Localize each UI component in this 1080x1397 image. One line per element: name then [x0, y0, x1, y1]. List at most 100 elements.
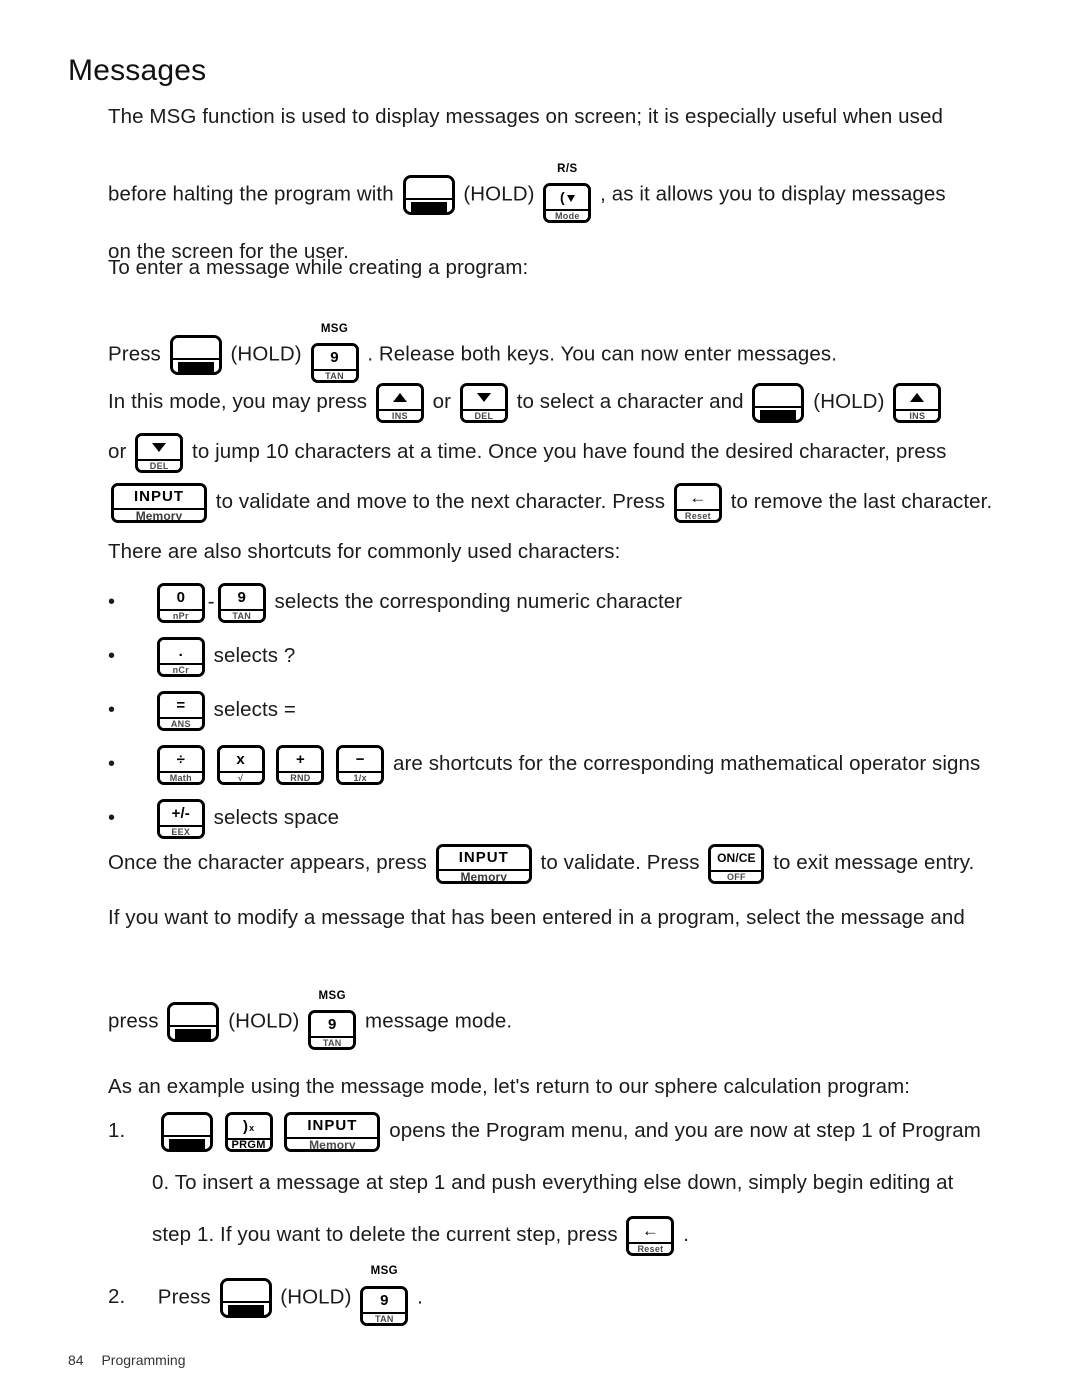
press2-after-text: message mode.: [365, 1009, 513, 1033]
shift-key-top: [163, 1114, 210, 1135]
minus-inv-key-band: 1/x: [339, 770, 382, 782]
input-memory-key-top: INPUT: [438, 846, 529, 869]
on-ce-off-key[interactable]: ON/CE OFF: [708, 843, 765, 884]
mode-text-or: or: [432, 390, 452, 413]
intro-line-2-text-b: , as it allows you to display messages: [600, 182, 946, 206]
bullet-dot-icon: •: [108, 591, 116, 613]
intro-paragraph: The MSG function is used to display mess…: [108, 92, 960, 142]
shift-key-top: [172, 338, 219, 358]
backspace-reset-key[interactable]: ← Reset: [626, 1215, 675, 1256]
shift-key-band: [222, 1301, 269, 1315]
bullet-operators-text: are shortcuts for the corresponding math…: [392, 752, 981, 775]
up-ins-key[interactable]: INS: [375, 382, 424, 423]
mode-line-2: or DEL to jump 10 characters at a time. …: [108, 427, 960, 477]
minus-inv-key[interactable]: − 1/x: [336, 744, 385, 785]
step-1-line-3-text-a: step 1. If you want to delete the curren…: [152, 1223, 618, 1246]
arrow-left-icon: ←: [689, 487, 707, 507]
press-after-text: . Release both keys. You can now enter m…: [367, 342, 838, 366]
validate-text-b: to remove the last character.: [730, 490, 993, 513]
plus-rnd-key-band: RND: [279, 770, 322, 782]
bullet-equals-text: selects =: [213, 698, 296, 721]
bullet-dot-icon: •: [108, 807, 116, 829]
msg-key-wrap[interactable]: MSG 9 TAN: [308, 990, 357, 1054]
document-page: Messages The MSG function is used to dis…: [0, 0, 1080, 1397]
bullet-dot-icon: •: [108, 699, 116, 721]
bullet-space-text: selects space: [213, 806, 340, 829]
rs-mode-key[interactable]: ( Mode: [543, 182, 592, 223]
footer-page-number: 84: [68, 1352, 84, 1368]
plusminus-eex-key[interactable]: +/- EEX: [156, 798, 205, 839]
once-text-a: Once the character appears, press: [108, 851, 427, 874]
down-del-key[interactable]: DEL: [459, 382, 508, 423]
intro-line-1: The MSG function is used to display mess…: [108, 105, 944, 128]
jump-text-or: or: [108, 440, 127, 463]
to-enter-line: To enter a message while creating a prog…: [108, 256, 529, 279]
plus-rnd-key-top: +: [279, 747, 322, 771]
mode-paragraph: In this mode, you may press INS or DEL t…: [108, 377, 992, 577]
press-label: Press: [108, 342, 161, 366]
up-ins-key-top: [896, 385, 939, 409]
hold-text-5: (HOLD): [280, 1285, 352, 1309]
once-character-paragraph: Once the character appears, press INPUT …: [108, 838, 974, 888]
minus-inv-key-top: −: [339, 747, 382, 771]
shift-key[interactable]: [169, 335, 222, 375]
msg-key-wrap[interactable]: MSG 9 TAN: [360, 1265, 409, 1331]
msg-9-tan-key[interactable]: 9 TAN: [308, 1009, 357, 1050]
dot-ncr-key[interactable]: . nCr: [156, 636, 205, 677]
msg-9-tan-key-top: 9: [313, 345, 356, 369]
backspace-reset-key[interactable]: ← Reset: [673, 482, 722, 523]
arrow-down-icon: [152, 442, 167, 452]
equals-ans-key-band: ANS: [159, 716, 202, 728]
msg-label: MSG: [370, 1265, 399, 1277]
up-ins-key-band: INS: [378, 408, 421, 420]
msg-9-tan-key-top: 9: [363, 1288, 406, 1312]
zero-npr-key-top: 0: [159, 585, 202, 609]
divide-math-key-top: ÷: [159, 747, 202, 771]
bullet-equals: • = ANS selects =: [108, 683, 960, 737]
shift-key-bar: [227, 1305, 264, 1315]
shift-key[interactable]: [219, 1278, 272, 1318]
step-1-text-after: opens the Program menu, and you are now …: [389, 1119, 981, 1142]
times-sqrt-key[interactable]: x √: [216, 744, 265, 785]
footer-section-label: Programming: [101, 1352, 186, 1368]
arrow-down-icon: [476, 392, 491, 402]
rs-mode-key-top: (: [546, 185, 589, 209]
shift-key-top: [755, 385, 802, 406]
on-ce-off-key-top: ON/CE: [711, 846, 762, 870]
input-memory-key-top: INPUT: [287, 1114, 378, 1137]
modify-line: If you want to modify a message that has…: [108, 906, 965, 929]
on-ce-off-key-band: OFF: [711, 869, 762, 881]
backspace-reset-key-band: Reset: [629, 1241, 672, 1253]
nine-tan-key[interactable]: 9 TAN: [217, 582, 266, 623]
once-text-c: to exit message entry.: [773, 851, 975, 874]
step-1-line-1: 1. ) x PRGM INPUT Memory opens the Progra…: [108, 1105, 981, 1157]
shift-key-band: [163, 1134, 210, 1149]
mode-line-3: INPUT Memory to validate and move to the…: [108, 477, 992, 527]
input-memory-key[interactable]: INPUT Memory: [435, 843, 532, 884]
up-ins-key[interactable]: INS: [893, 382, 942, 423]
plus-rnd-key[interactable]: + RND: [276, 744, 325, 785]
divide-math-key[interactable]: ÷ Math: [156, 744, 205, 785]
shift-key[interactable]: [160, 1111, 213, 1152]
msg-9-tan-key-band: TAN: [311, 1035, 354, 1047]
input-memory-key[interactable]: INPUT Memory: [111, 482, 207, 523]
bullet-operators: • ÷ Math x √ + RND − 1/x are shortcuts f…: [108, 737, 980, 791]
times-sqrt-key-top: x: [219, 747, 262, 771]
shift-key-bar: [175, 1029, 212, 1039]
bullet-space: • +/- EEX selects space: [108, 791, 960, 845]
equals-ans-key[interactable]: = ANS: [156, 690, 205, 731]
nine-tan-key-band: TAN: [220, 608, 263, 620]
shift-key[interactable]: [752, 382, 805, 423]
step-2-line: 2. Press (HOLD) MSG 9 TAN .: [108, 1265, 960, 1331]
input-memory-key[interactable]: INPUT Memory: [284, 1111, 381, 1152]
msg-9-tan-key[interactable]: 9 TAN: [360, 1285, 409, 1326]
zero-npr-key[interactable]: 0 nPr: [156, 582, 205, 623]
shift-key[interactable]: [167, 1002, 220, 1042]
shift-key[interactable]: [402, 175, 455, 215]
paren-prgm-key[interactable]: ) x PRGM: [224, 1111, 273, 1152]
dot-ncr-key-band: nCr: [159, 662, 202, 674]
jump-text-b: to jump 10 characters at a time. Once yo…: [192, 440, 947, 463]
step-1-line-3: step 1. If you want to delete the curren…: [108, 1209, 960, 1261]
down-del-key[interactable]: DEL: [135, 432, 184, 473]
rs-mode-key-wrap[interactable]: R/S ( Mode: [543, 163, 592, 227]
